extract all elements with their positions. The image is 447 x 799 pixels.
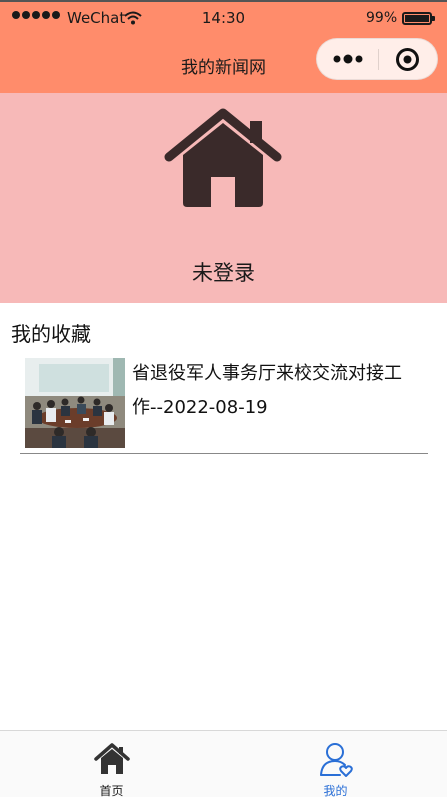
home-icon (94, 743, 130, 774)
tab-mine-label: 我的 (323, 784, 348, 798)
favorites-heading: 我的收藏 (11, 322, 91, 346)
status-bar: WeChat 14:30 99% (0, 0, 447, 36)
nav-bar: 我的新闻网 (0, 36, 447, 93)
tab-mine[interactable]: 我的 (224, 731, 447, 798)
login-status-text[interactable]: 未登录 (0, 257, 447, 287)
tab-home[interactable]: 首页 (0, 731, 223, 798)
news-thumbnail (25, 358, 125, 448)
battery-percent: 99% (366, 10, 398, 26)
favorite-news-title: 省退役军人事务厅来校交流对接工作--2022-08-19 (132, 363, 402, 418)
mini-program-capsule (316, 38, 438, 80)
battery-icon (402, 12, 435, 25)
tab-bar: 首页 我的 (0, 730, 447, 798)
close-mini-program-icon[interactable] (395, 47, 420, 72)
tab-home-label: 首页 (99, 784, 124, 798)
favorite-list-item[interactable]: 省退役军人事务厅来校交流对接工作--2022-08-19 (20, 352, 428, 454)
home-avatar-icon[interactable] (163, 103, 284, 207)
profile-header: 未登录 (0, 93, 447, 303)
capsule-divider (378, 49, 379, 70)
user-heart-icon (320, 743, 353, 777)
more-icon[interactable] (331, 50, 367, 68)
